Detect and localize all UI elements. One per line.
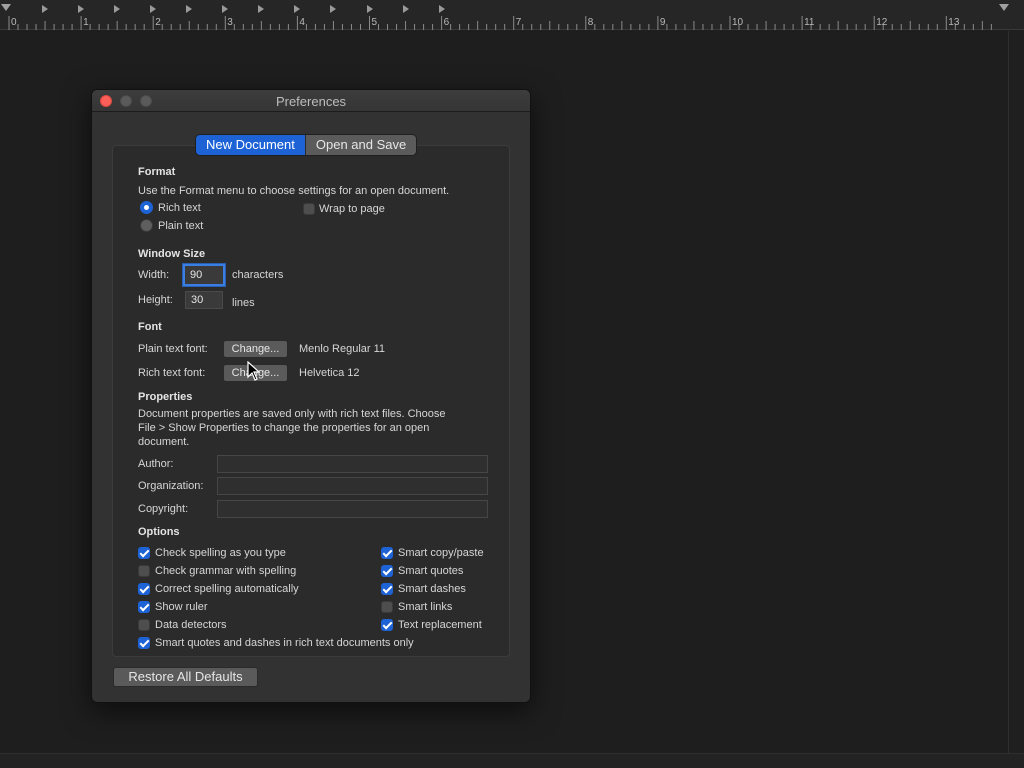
- height-unit: lines: [232, 297, 255, 309]
- tab-open-and-save[interactable]: Open and Save: [304, 135, 417, 155]
- check-grammar-checkbox[interactable]: [138, 565, 150, 577]
- plain-text-radio[interactable]: [140, 219, 153, 232]
- properties-heading: Properties: [138, 391, 193, 403]
- check-grammar-label[interactable]: Check grammar with spelling: [155, 565, 296, 577]
- ruler-number: 10: [732, 17, 744, 28]
- window-title: Preferences: [275, 94, 347, 109]
- show-ruler-checkbox[interactable]: [138, 601, 150, 613]
- wrap-to-page-checkbox[interactable]: [303, 203, 315, 215]
- smart-dashes-checkbox[interactable]: [381, 583, 393, 595]
- new-document-panel: Format Use the Format menu to choose set…: [112, 145, 510, 657]
- tab-stop-marker[interactable]: [330, 5, 337, 13]
- data-detectors-label[interactable]: Data detectors: [155, 619, 227, 631]
- height-label: Height:: [138, 294, 173, 306]
- ruler-number: 7: [515, 17, 522, 28]
- left-margin-marker[interactable]: [1, 4, 11, 11]
- organization-label: Organization:: [138, 480, 204, 492]
- tab-stop-marker[interactable]: [150, 5, 157, 13]
- preferences-window: Preferences New Document Open and Save F…: [91, 89, 531, 703]
- font-heading: Font: [138, 321, 162, 333]
- ruler-number: 0: [11, 17, 17, 28]
- tab-stop-marker[interactable]: [114, 5, 121, 13]
- width-unit: characters: [232, 269, 284, 281]
- width-label: Width:: [138, 269, 170, 281]
- restore-defaults-button[interactable]: Restore All Defaults: [113, 667, 258, 687]
- tab-stop-marker[interactable]: [78, 5, 85, 13]
- rich-text-label[interactable]: Rich text: [158, 202, 201, 214]
- plain-text-font-value: Menlo Regular 11: [299, 343, 386, 355]
- smart-copy-paste-label[interactable]: Smart copy/paste: [398, 547, 484, 559]
- copyright-field[interactable]: [217, 500, 488, 518]
- right-margin-marker[interactable]: [999, 4, 1009, 11]
- text-replacement-label[interactable]: Text replacement: [398, 619, 482, 631]
- ruler-number: 13: [948, 17, 960, 28]
- correct-spelling-checkbox[interactable]: [138, 583, 150, 595]
- properties-description-3: document.: [138, 436, 190, 448]
- smart-rich-only-label[interactable]: Smart quotes and dashes in rich text doc…: [155, 637, 414, 649]
- format-heading: Format: [138, 166, 176, 178]
- width-field[interactable]: [183, 264, 225, 286]
- tab-stop-marker[interactable]: [402, 5, 409, 13]
- tab-new-document[interactable]: New Document: [196, 135, 305, 155]
- organization-field[interactable]: [217, 477, 488, 495]
- plain-text-label[interactable]: Plain text: [158, 220, 203, 232]
- ruler-number: 9: [659, 17, 666, 28]
- height-field[interactable]: [185, 291, 223, 309]
- smart-quotes-checkbox[interactable]: [381, 565, 393, 577]
- ruler-number: 11: [804, 17, 815, 28]
- smart-links-label[interactable]: Smart links: [398, 601, 452, 613]
- tab-stop-marker[interactable]: [438, 5, 445, 13]
- tab-stop-marker[interactable]: [186, 5, 193, 13]
- show-ruler-label[interactable]: Show ruler: [155, 601, 208, 613]
- plain-text-font-label: Plain text font:: [138, 343, 208, 355]
- vertical-scrollbar[interactable]: [1008, 31, 1024, 753]
- smart-rich-only-checkbox[interactable]: [138, 637, 150, 649]
- ruler-number: 3: [227, 17, 233, 28]
- smart-copy-paste-checkbox[interactable]: [381, 547, 393, 559]
- smart-links-checkbox[interactable]: [381, 601, 393, 613]
- correct-spelling-label[interactable]: Correct spelling automatically: [155, 583, 299, 595]
- smart-quotes-label[interactable]: Smart quotes: [398, 565, 463, 577]
- format-description: Use the Format menu to choose settings f…: [138, 185, 450, 197]
- data-detectors-checkbox[interactable]: [138, 619, 150, 631]
- ruler-number: 6: [443, 17, 450, 28]
- change-plain-font-button[interactable]: Change...: [223, 340, 288, 358]
- ruler-number: 5: [371, 17, 378, 28]
- ruler-number: 2: [155, 17, 161, 28]
- window-size-heading: Window Size: [138, 248, 206, 260]
- copyright-label: Copyright:: [138, 503, 189, 515]
- ruler-ticks: 0 1 2 3 4 5 6 7 8 9 10 11 12 13: [0, 0, 1008, 30]
- check-spelling-checkbox[interactable]: [138, 547, 150, 559]
- tab-stop-marker[interactable]: [258, 5, 265, 13]
- text-replacement-checkbox[interactable]: [381, 619, 393, 631]
- ruler-number: 8: [587, 17, 594, 28]
- rich-text-radio[interactable]: [140, 201, 153, 214]
- wrap-to-page-label[interactable]: Wrap to page: [319, 203, 385, 215]
- smart-dashes-label[interactable]: Smart dashes: [398, 583, 466, 595]
- properties-description-1: Document properties are saved only with …: [138, 408, 446, 420]
- author-label: Author:: [138, 458, 174, 470]
- properties-description-2: File > Show Properties to change the pro…: [138, 422, 430, 434]
- rich-text-font-label: Rich text font:: [138, 367, 206, 379]
- tab-stop-marker[interactable]: [42, 5, 49, 13]
- tab-control: New Document Open and Save: [196, 135, 417, 155]
- title-bar[interactable]: Preferences: [92, 90, 530, 112]
- tab-stop-marker[interactable]: [294, 5, 301, 13]
- ruler-number: 12: [876, 17, 888, 28]
- rich-text-font-value: Helvetica 12: [299, 367, 360, 379]
- options-heading: Options: [138, 526, 180, 538]
- tab-stop-marker[interactable]: [366, 5, 373, 13]
- horizontal-scrollbar[interactable]: [0, 753, 1024, 768]
- ruler-number: 4: [299, 17, 305, 28]
- ruler-number: 1: [83, 17, 89, 28]
- author-field[interactable]: [217, 455, 488, 473]
- tab-stop-marker[interactable]: [222, 5, 229, 13]
- ruler[interactable]: 0 1 2 3 4 5 6 7 8 9 10 11 12 13: [0, 0, 1024, 30]
- check-spelling-label[interactable]: Check spelling as you type: [155, 547, 286, 559]
